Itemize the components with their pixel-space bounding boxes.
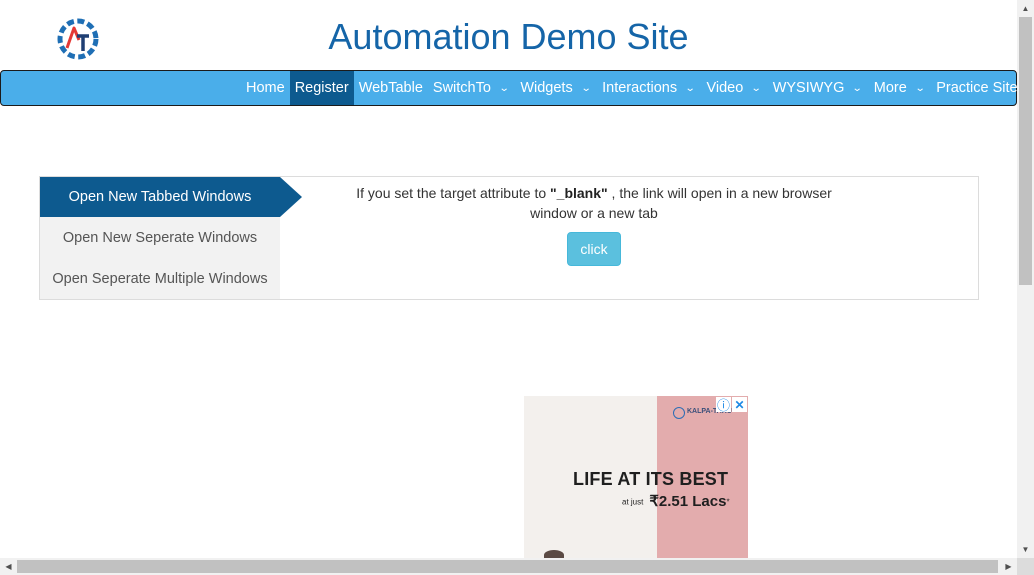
- scroll-up-icon[interactable]: ▲: [1017, 0, 1034, 17]
- nav-item-webtable[interactable]: WebTable: [354, 71, 428, 105]
- nav-item-label: Widgets: [520, 80, 573, 96]
- nav-item-widgets[interactable]: Widgets ⌄: [515, 71, 597, 105]
- nav-item-label: More: [873, 80, 907, 96]
- horizontal-scrollbar[interactable]: ◀ ▶: [0, 558, 1017, 575]
- ad-info-glyph: ⓘ: [716, 398, 730, 413]
- tab-list: Open New Tabbed Windows Open New Seperate…: [40, 177, 302, 299]
- tab-label: Open New Tabbed Windows: [68, 189, 252, 205]
- ad-close-icon[interactable]: ✕: [732, 397, 747, 412]
- scrollbar-corner: [1017, 558, 1034, 575]
- chevron-down-icon[interactable]: ⌄: [499, 83, 510, 94]
- tab-open-new-seperate-windows[interactable]: Open New Seperate Windows: [40, 217, 280, 258]
- nav-item-label: Interactions: [602, 80, 678, 96]
- description-text: If you set the target attribute to "_bla…: [340, 183, 848, 223]
- nav-item-switchto[interactable]: SwitchTo ⌄: [428, 71, 515, 105]
- advertisement[interactable]: KALPA-TARU LIFE AT ITS BEST at just ₹2.51…: [524, 396, 748, 558]
- nav-item-interactions[interactable]: Interactions ⌄: [597, 71, 701, 105]
- nav-item-practice-site[interactable]: Practice Site: [931, 71, 1022, 105]
- scroll-down-icon[interactable]: ▼: [1017, 541, 1034, 558]
- scroll-left-icon[interactable]: ◀: [0, 558, 17, 575]
- tab-label: Open New Seperate Windows: [62, 229, 258, 246]
- ad-sub-mark: *: [726, 497, 730, 507]
- page: Automation Demo Site Home Register WebTabl…: [0, 0, 1034, 575]
- ad-subline: at just ₹2.51 Lacs*: [622, 492, 730, 511]
- vertical-scrollbar[interactable]: ▲ ▼: [1017, 0, 1034, 558]
- nav-item-home[interactable]: Home: [241, 71, 290, 105]
- ad-headline: LIFE AT ITS BEST: [573, 469, 729, 489]
- nav-item-video[interactable]: Video ⌄: [701, 71, 767, 105]
- chevron-down-icon[interactable]: ⌄: [852, 83, 863, 94]
- nav-item-label: WebTable: [358, 80, 423, 96]
- chevron-down-icon[interactable]: ⌄: [751, 83, 762, 94]
- nav-list: Home Register WebTable SwitchTo ⌄ Widgets ⌄ Int…: [241, 71, 1023, 105]
- nav-item-label: Register: [294, 80, 349, 96]
- active-tab-arrow: [280, 177, 302, 217]
- chevron-down-icon[interactable]: ⌄: [685, 83, 696, 94]
- description-highlight: "_blank": [550, 185, 608, 201]
- horizontal-scroll-thumb[interactable]: [17, 560, 998, 573]
- click-button[interactable]: click: [567, 232, 621, 266]
- description-before: If you set the target attribute to: [356, 185, 551, 201]
- ad-sub-small: at just: [622, 497, 644, 507]
- scroll-right-icon[interactable]: ▶: [1000, 558, 1017, 575]
- nav-item-label: WYSIWYG: [772, 80, 845, 96]
- nav-item-label: Home: [246, 80, 285, 96]
- chevron-down-icon[interactable]: ⌄: [915, 83, 926, 94]
- ad-sub-price: ₹2.51 Lacs: [649, 493, 727, 510]
- windows-panel: Open New Tabbed Windows Open New Seperate…: [39, 176, 979, 300]
- ad-person-image: [544, 550, 564, 558]
- chevron-down-icon[interactable]: ⌄: [580, 83, 591, 94]
- nav-item-wysiwyg[interactable]: WYSIWYG ⌄: [768, 71, 869, 105]
- site-title: Automation Demo Site: [328, 16, 689, 57]
- ad-info-icon[interactable]: ⓘ: [716, 397, 731, 413]
- nav-item-label: Practice Site: [936, 80, 1018, 96]
- nav-item-label: SwitchTo: [432, 80, 491, 96]
- nav-item-register[interactable]: Register: [289, 71, 354, 105]
- tab-open-new-tabbed-windows[interactable]: Open New Tabbed Windows: [40, 177, 302, 217]
- tab-open-seperate-multiple-windows[interactable]: Open Seperate Multiple Windows: [40, 258, 280, 299]
- tab-label: Open Seperate Multiple Windows: [52, 270, 268, 287]
- vertical-scroll-thumb[interactable]: [1019, 17, 1032, 285]
- main-navbar: Home Register WebTable SwitchTo ⌄ Widgets ⌄ Int…: [0, 70, 1018, 106]
- ad-brand-icon: [673, 407, 685, 419]
- nav-item-label: Video: [706, 80, 744, 96]
- ad-close-glyph: ✕: [734, 397, 745, 412]
- nav-item-more[interactable]: More ⌄: [869, 71, 931, 105]
